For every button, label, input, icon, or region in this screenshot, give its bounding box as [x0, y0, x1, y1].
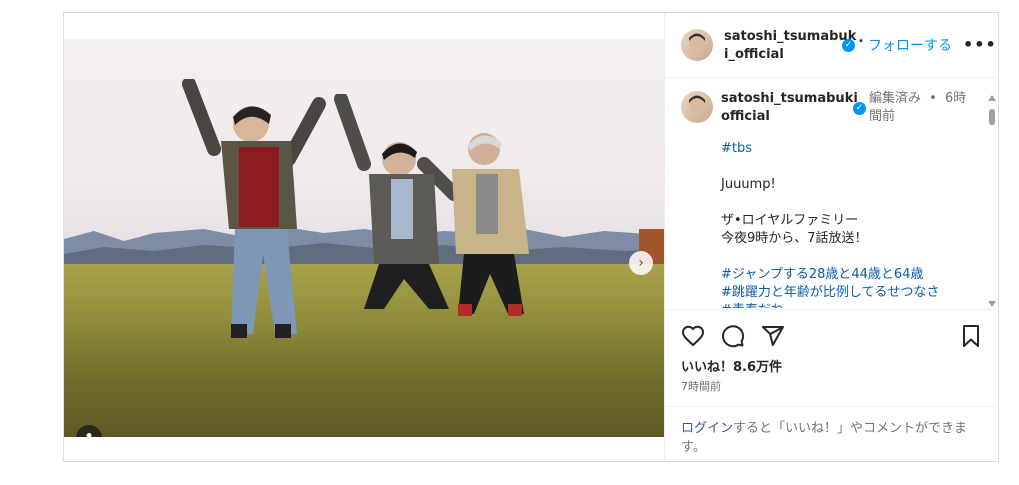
scroll-arrows-icon	[988, 95, 996, 307]
caption-line: Juuump!	[721, 177, 776, 192]
login-link[interactable]: ログイン	[681, 421, 733, 436]
post-time: 7時間前	[681, 380, 721, 393]
heart-icon[interactable]	[681, 324, 705, 348]
person-left-illustration	[182, 79, 326, 338]
bookmark-icon[interactable]	[959, 324, 983, 348]
caption-meta: 編集済み • 6時間前	[869, 91, 967, 124]
post-media: ›	[64, 13, 664, 461]
avatar[interactable]	[681, 29, 713, 61]
post-header: satoshi_tsumabuk i_official ✓ • フォローする •…	[665, 13, 999, 78]
next-slide-button[interactable]: ›	[629, 251, 653, 275]
caption-username-line2[interactable]: official	[721, 108, 861, 126]
caption-hashtag[interactable]: #青春だね	[721, 302, 981, 308]
verified-badge-icon: ✓	[842, 39, 855, 52]
caption-line: ザ•ロイヤルファミリー	[721, 213, 859, 228]
caption-line: 今夜9時から、7話放送！	[721, 231, 868, 246]
login-text: ログインすると「いいね！」やコメントができます。	[681, 419, 981, 457]
caption-scrollbar[interactable]	[987, 93, 997, 309]
header-username-line1[interactable]: satoshi_tsumabuk	[724, 28, 856, 46]
header-username-line2[interactable]: i_official	[724, 46, 844, 64]
edited-label: 編集済み	[869, 91, 922, 106]
more-options-button[interactable]: •••	[963, 35, 997, 54]
caption-username-line1[interactable]: satoshi_tsumabuki_	[721, 90, 864, 108]
person-right-illustration	[452, 133, 529, 316]
caption-area: satoshi_tsumabuki_ official ✓ 編集済み • 6時間…	[665, 78, 985, 308]
likes-count[interactable]: いいね！8.6万件	[681, 356, 782, 375]
avatar-face-icon	[689, 33, 705, 51]
user-icon	[86, 433, 92, 437]
caption-line	[721, 248, 981, 266]
chevron-right-icon: ›	[638, 255, 644, 271]
avatar-face-icon	[689, 95, 705, 113]
comment-icon[interactable]	[721, 324, 745, 348]
caption-verified-icon: ✓	[853, 102, 866, 115]
caption-hashtag[interactable]: #tbs	[721, 140, 981, 158]
caption-line	[721, 158, 981, 176]
caption-line	[721, 194, 981, 212]
share-icon[interactable]	[761, 324, 785, 348]
post-sidebar: satoshi_tsumabuk i_official ✓ • フォローする •…	[664, 13, 999, 461]
instagram-post-embed: › satoshi_tsumabuk i_official ✓ • フォローする…	[63, 12, 999, 462]
caption-avatar[interactable]	[681, 91, 713, 123]
login-prompt: ログインすると「いいね！」やコメントができます。	[665, 406, 999, 462]
caption-text: #tbs Juuump! ザ•ロイヤルファミリー 今夜9時から、7話放送！ #ジャ…	[721, 140, 981, 308]
caption-hashtag[interactable]: #跳躍力と年齢が比例してるせつなさ	[721, 284, 981, 302]
header-separator: •	[858, 36, 864, 47]
follow-button[interactable]: フォローする	[868, 35, 952, 55]
caption-hashtag[interactable]: #ジャンプする28歳と44歳と64歳	[721, 266, 981, 284]
post-photo[interactable]: ›	[64, 39, 664, 437]
